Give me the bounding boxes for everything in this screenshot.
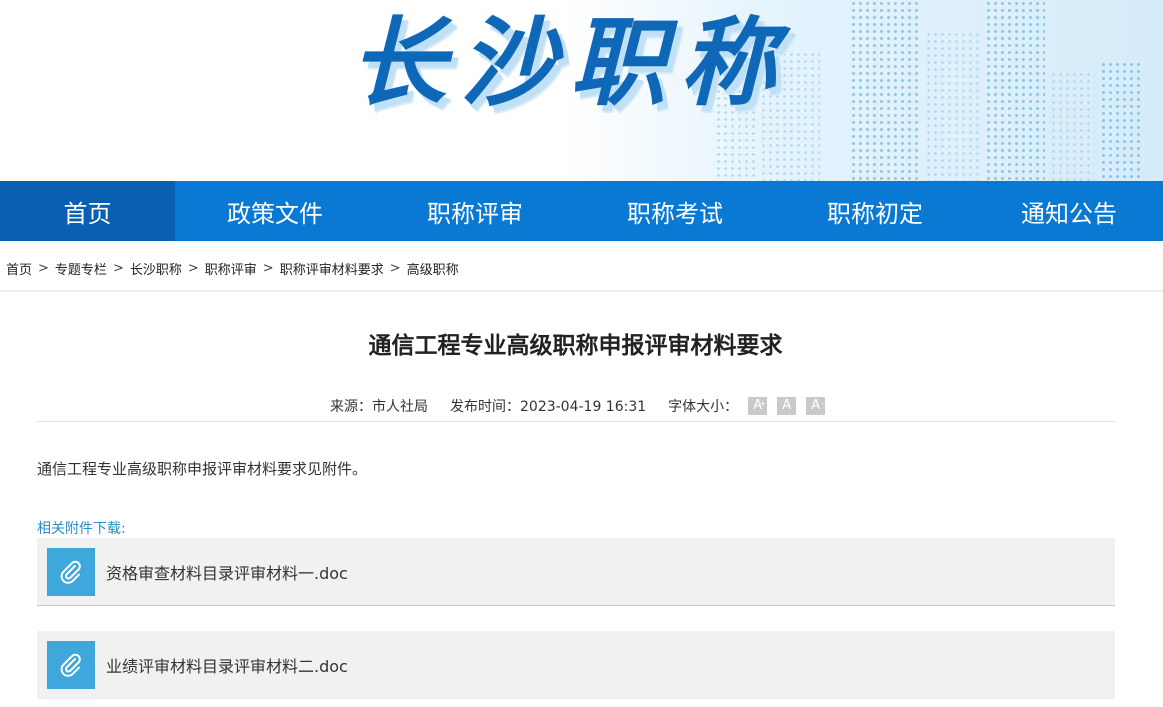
site-title: 长沙职称 — [350, 7, 790, 119]
divider — [0, 290, 1163, 292]
nav-item-policy[interactable]: 政策文件 — [175, 181, 375, 241]
article-meta: 来源：市人社局 发布时间：2023-04-19 16:31 字体大小： A + A… — [330, 396, 826, 416]
building-graphic — [925, 31, 980, 181]
breadcrumb-item[interactable]: 职称评审材料要求 — [280, 259, 384, 278]
attachments-heading: 相关附件下载: — [37, 521, 126, 537]
breadcrumb-item[interactable]: 职称评审 — [205, 259, 257, 278]
font-decrease-glyph: A — [811, 398, 821, 413]
main-nav: 首页 政策文件 职称评审 职称考试 职称初定 通知公告 — [0, 181, 1163, 241]
building-graphic — [1100, 61, 1140, 181]
plus-mark: + — [759, 399, 767, 408]
breadcrumb-separator: > — [389, 261, 401, 276]
breadcrumb: 首页 > 专题专栏 > 长沙职称 > 职称评审 > 职称评审材料要求 > 高级职… — [6, 259, 459, 278]
article-title: 通信工程专业高级职称申报评审材料要求 — [368, 333, 783, 359]
article-publish-time: 发布时间：2023-04-19 16:31 — [450, 399, 647, 415]
attachment-item[interactable]: 资格审查材料目录评审材料一.doc — [37, 538, 1115, 606]
breadcrumb-item-current[interactable]: 高级职称 — [407, 259, 459, 278]
divider — [37, 421, 1115, 422]
attachment-item[interactable]: 业绩评审材料目录评审材料二.doc — [37, 631, 1115, 699]
font-normal-glyph: A — [782, 398, 792, 413]
font-normal-button[interactable]: A — [777, 397, 797, 415]
nav-item-home[interactable]: 首页 — [0, 181, 175, 241]
font-decrease-button[interactable]: A- — [806, 397, 826, 415]
breadcrumb-separator: > — [262, 261, 274, 276]
breadcrumb-item[interactable]: 长沙职称 — [130, 259, 182, 278]
attachment-name[interactable]: 业绩评审材料目录评审材料二.doc — [106, 653, 348, 677]
minus-mark: - — [821, 399, 825, 408]
article-body: 通信工程专业高级职称申报评审材料要求见附件。 — [37, 460, 368, 478]
building-graphic — [985, 0, 1045, 181]
paperclip-icon — [47, 641, 95, 689]
nav-item-initial[interactable]: 职称初定 — [775, 181, 975, 241]
breadcrumb-item[interactable]: 专题专栏 — [55, 259, 107, 278]
breadcrumb-separator: > — [112, 261, 124, 276]
nav-item-review[interactable]: 职称评审 — [375, 181, 575, 241]
building-graphic — [850, 0, 920, 181]
font-increase-button[interactable]: A + — [748, 397, 768, 415]
nav-item-exam[interactable]: 职称考试 — [575, 181, 775, 241]
nav-item-notices[interactable]: 通知公告 — [975, 181, 1163, 241]
breadcrumb-separator: > — [187, 261, 199, 276]
breadcrumb-separator: > — [38, 261, 49, 276]
header-banner: 长沙职称 — [0, 0, 1163, 181]
attachment-name[interactable]: 资格审查材料目录评审材料一.doc — [106, 560, 348, 584]
article-source: 来源：市人社局 — [330, 399, 428, 415]
paperclip-icon — [47, 547, 95, 596]
building-graphic — [1050, 71, 1095, 181]
font-size-label: 字体大小： — [668, 399, 739, 415]
breadcrumb-item[interactable]: 首页 — [6, 259, 32, 278]
